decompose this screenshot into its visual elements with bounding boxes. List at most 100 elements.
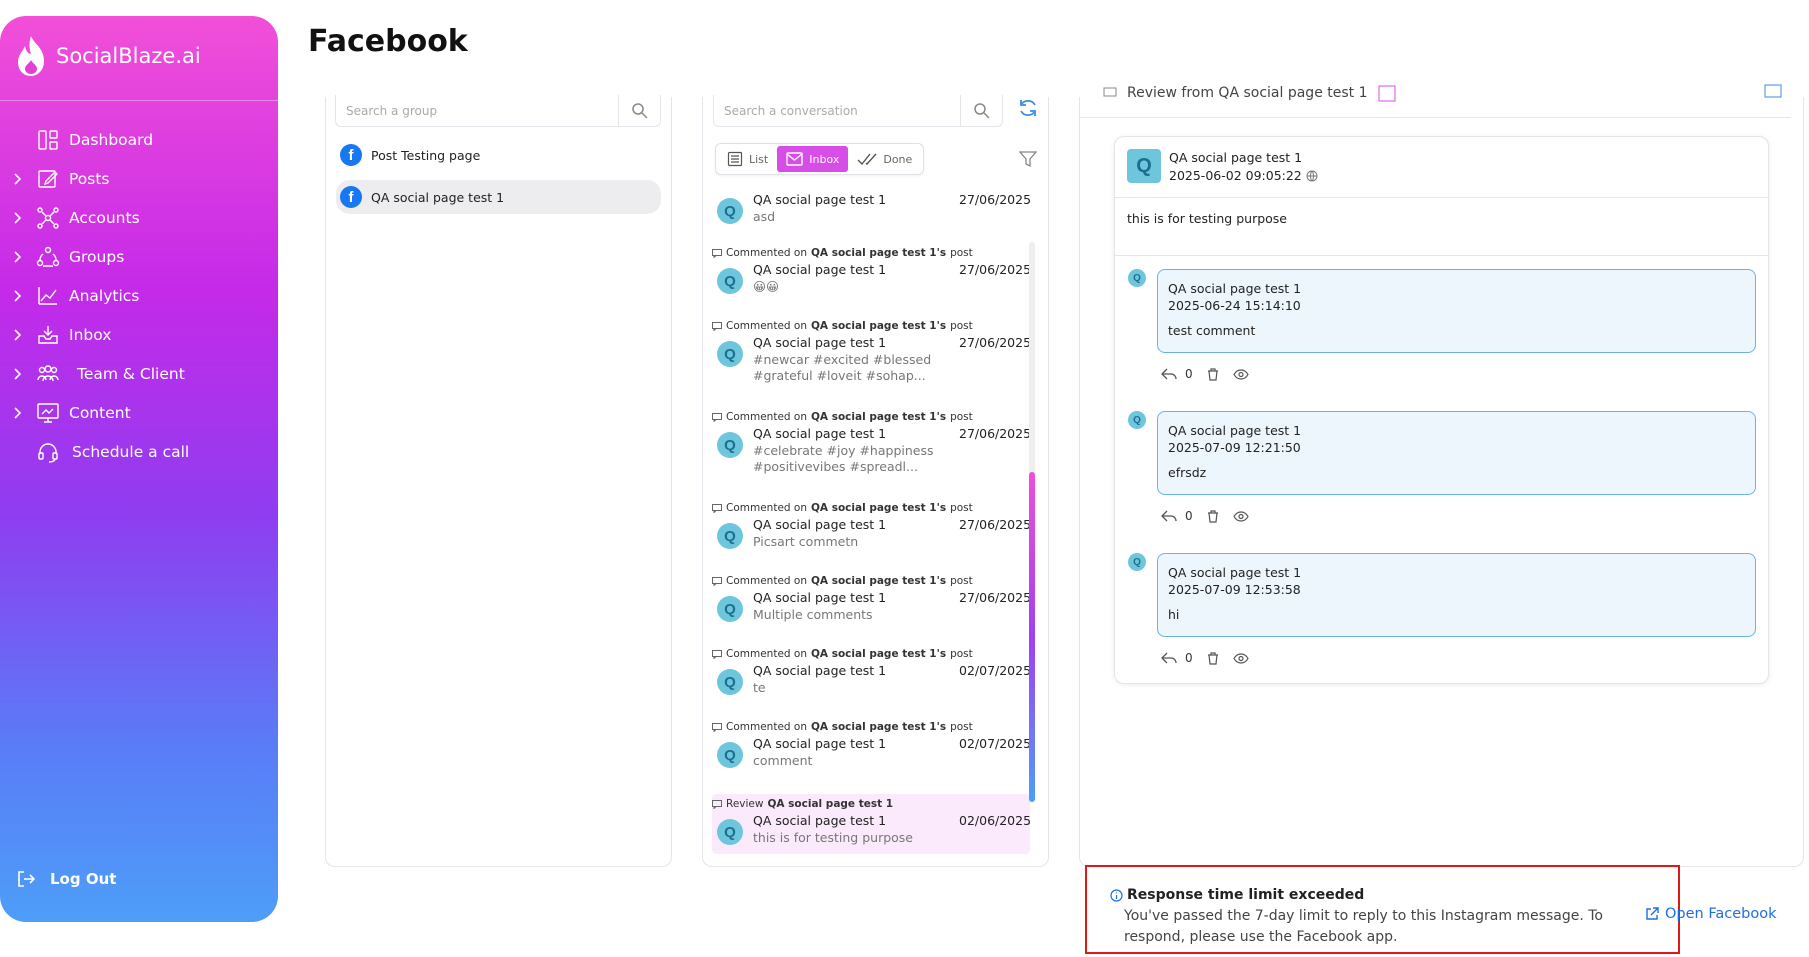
sidebar-item-label: Team & Client [77,365,185,383]
conversation-item[interactable]: Commented on QA social page test 1's post Q… [712,410,1032,474]
conversation-preview: Multiple comments [753,607,873,622]
comment-icon [712,799,722,809]
chevron-right-icon[interactable] [13,249,23,265]
trash-icon[interactable] [1207,509,1219,523]
comment-bubble: QA social page test 1 2025-07-09 12:21:50… [1157,411,1756,495]
flame-icon [18,36,44,76]
sidebar-item-content[interactable]: Content [0,395,278,431]
accounts-icon [37,207,59,229]
trash-icon[interactable] [1207,651,1219,665]
conversation-tabs: List Inbox Done [715,143,925,175]
scrollbar-thumb[interactable] [1029,472,1035,802]
eye-icon[interactable] [1232,652,1249,664]
tab-done[interactable]: Done [848,146,921,172]
dashboard-icon [38,130,58,150]
context-prefix: Commented on [726,502,807,514]
conversation-name: QA social page test 1 [753,262,887,277]
avatar: Q [717,819,743,845]
context-suffix: post [950,575,973,587]
conversation-item[interactable]: Commented on QA social page test 1's post Q… [712,647,1032,701]
logout-button[interactable]: Log Out [16,869,116,889]
sidebar-item-schedule-a-call[interactable]: Schedule a call [0,434,278,470]
conversation-item[interactable]: Review QA social page test 1 Q QA social pa… [712,794,1031,854]
conversation-preview: comment [753,753,813,768]
conversation-preview: Picsart commetn [753,534,859,549]
context-suffix: post [950,411,973,423]
refresh-button[interactable] [1017,97,1039,123]
reply-button[interactable]: 0 [1161,509,1193,523]
post-avatar: Q [1127,149,1161,183]
conversation-preview: #celebrate #joy #happiness #positivevibe… [753,443,934,474]
sidebar-item-inbox[interactable]: Inbox [0,317,278,353]
external-link-icon [1646,907,1659,920]
conversation-item[interactable]: Commented on QA social page test 1's post Q… [712,501,1032,555]
conversation-item[interactable]: Commented on QA social page test 1's post Q… [712,319,1032,383]
sidebar-item-accounts[interactable]: Accounts [0,200,278,236]
filter-button[interactable] [1018,150,1038,172]
avatar: Q [717,596,743,622]
search-button[interactable] [960,95,1002,127]
post-author: QA social page test 1 [1169,150,1303,165]
conversation-item[interactable]: Commented on QA social page test 1's post Q… [712,574,1032,628]
comment-timestamp: 2025-06-24 15:14:10 [1168,298,1301,313]
search-icon [631,103,648,119]
comment-author: QA social page test 1 [1168,565,1302,580]
context-page: QA social page test 1's [811,575,947,587]
sidebar-item-dashboard[interactable]: Dashboard [0,122,278,158]
comment-author: QA social page test 1 [1168,281,1302,296]
avatar: Q [717,669,743,695]
analytics-icon [38,287,57,305]
conversation-date: 27/06/2025 [959,590,1032,605]
search-input[interactable]: Search a conversation [714,104,858,118]
logout-label: Log Out [50,870,117,888]
conversation-name: QA social page test 1 [753,813,887,828]
comment-icon [712,321,722,331]
context-suffix: post [950,721,973,733]
conversation-item[interactable]: Commented on QA social page test 1's post Q… [712,720,1032,774]
conversation-item[interactable]: Commented on QA social page test 1's post Q… [712,246,1032,300]
sidebar-item-team-client[interactable]: Team & Client [0,356,278,392]
conversation-context: Review QA social page test 1 [712,797,1030,811]
conversation-preview: this is for testing purpose [753,830,913,845]
open-facebook-link[interactable]: Open Facebook [1645,906,1776,922]
conversation-search[interactable]: Search a conversation [713,95,1003,127]
eye-icon[interactable] [1232,368,1249,380]
chevron-right-icon[interactable] [13,171,23,187]
sidebar-item-analytics[interactable]: Analytics [0,278,278,314]
tab-inbox[interactable]: Inbox [777,146,849,172]
sidebar-item-groups[interactable]: Groups [0,239,278,275]
avatar: Q [717,523,743,549]
tab-list[interactable]: List [718,146,777,172]
search-input[interactable]: Search a group [336,104,437,118]
conversation-item[interactable]: Q QA social page test 1 27/06/2025 asd [712,190,1032,230]
comment-icon [712,412,722,422]
comment-icon [712,248,722,258]
avatar: Q [717,742,743,768]
conversation-context: Commented on QA social page test 1's post [712,319,1032,333]
check-box-icon[interactable] [1764,84,1782,100]
avatar: Q [717,268,743,294]
group-search[interactable]: Search a group [335,95,661,127]
context-page: QA social page test 1's [811,411,947,423]
reply-button[interactable]: 0 [1161,367,1193,381]
trash-icon[interactable] [1207,367,1219,381]
chevron-right-icon[interactable] [13,366,23,382]
avatar: Q [717,198,743,224]
group-item[interactable]: f QA social page test 1 [336,180,661,214]
chevron-right-icon[interactable] [13,405,23,421]
chevron-right-icon[interactable] [13,288,23,304]
scrollbar[interactable] [1029,242,1035,802]
detail-header: Review from QA social page test 1 [1079,84,1791,118]
eye-icon[interactable] [1232,510,1249,522]
facebook-icon: f [340,144,362,166]
chevron-right-icon[interactable] [13,210,23,226]
reply-button[interactable]: 0 [1161,651,1193,665]
sidebar-item-posts[interactable]: Posts [0,161,278,197]
list-icon [727,151,743,167]
divider [0,100,278,101]
chevron-right-icon[interactable] [13,327,23,343]
post-timestamp: 2025-06-02 09:05:22 [1169,168,1302,183]
brand-logo[interactable]: SocialBlaze.ai [14,34,201,78]
group-item[interactable]: f Post Testing page [336,138,661,172]
search-button[interactable] [618,95,660,127]
